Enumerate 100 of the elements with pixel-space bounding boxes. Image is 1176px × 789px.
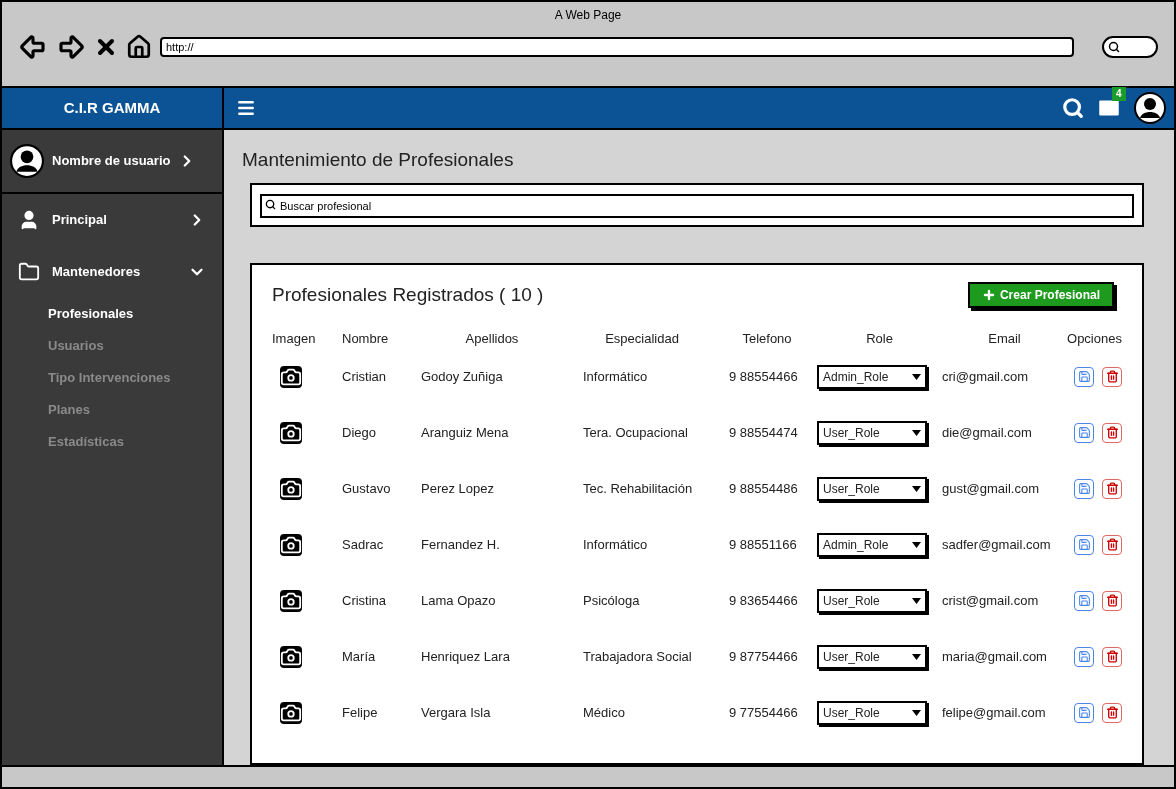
table-cell-text: Médico [582,703,626,722]
table-cell-text: 9 87754466 [728,647,799,666]
search-icon [265,198,276,210]
delete-button[interactable] [1102,366,1122,387]
column-header: Telefono [741,330,793,348]
trash-icon [1105,426,1119,439]
table-cell-text: Lama Opazo [420,591,497,610]
save-icon [1077,706,1091,719]
delete-button[interactable] [1102,646,1122,667]
save-button[interactable] [1074,702,1094,723]
table-cell-text: 9 88554466 [728,367,799,386]
user-menu-item[interactable]: Nombre de usuario [2,130,222,194]
table-cell-text: Aranguiz Mena [420,423,510,442]
caret-icon [912,709,921,716]
url-field[interactable]: http:// [160,37,1074,57]
trash-icon [1105,706,1119,719]
table-cell-text: Trabajadora Social [582,647,693,666]
table-cell-text: Tec. Rehabilitación [582,479,694,498]
column-header: Apellidos [464,330,520,348]
role-dropdown[interactable]: Admin_Role [817,364,927,389]
role-dropdown[interactable]: User_Role [817,588,927,613]
create-button[interactable]: Crear Profesional [967,281,1114,308]
save-button[interactable] [1074,590,1094,611]
avatar-icon[interactable] [10,144,44,178]
column-header: Role [865,330,894,348]
camera-icon [280,645,302,668]
table-cell-text: Cristina [342,591,388,610]
search-icon[interactable] [1062,97,1084,119]
table-cell-text: Sadrac [342,535,385,554]
forward-icon[interactable] [56,32,86,62]
camera-icon [280,533,302,556]
table-cell-text: sadfer@gmail.com [942,535,1052,554]
search-field[interactable]: Buscar profesional [260,193,1134,218]
table-cell-text: María [342,647,377,666]
brand-title: C.I.R GAMMA [2,88,224,128]
plus-icon [981,287,996,302]
save-button[interactable] [1074,366,1094,387]
save-button[interactable] [1074,534,1094,555]
table-cell-text: Diego [342,423,377,442]
table-cell-text: Tera. Ocupacional [582,423,689,442]
column-header: Imagen [272,330,317,348]
save-button[interactable] [1074,646,1094,667]
sidebar-item[interactable]: Mantenedores [2,246,222,298]
caret-icon [912,429,921,436]
caret-icon [912,653,921,660]
caret-icon [912,373,921,380]
delete-button[interactable] [1102,478,1122,499]
delete-button[interactable] [1102,702,1122,723]
table-cell-text: Psicóloga [582,591,641,610]
notification-badge: 4 [1112,87,1126,101]
save-button[interactable] [1074,478,1094,499]
table-cell-text: 9 88554474 [728,423,799,442]
table-cell-text: Informático [582,535,649,554]
table-cell-text: maria@gmail.com [942,647,1048,666]
table-cell-text: 9 88554486 [728,479,799,498]
table-cell-text: crist@gmail.com [942,591,1040,610]
trash-icon [1105,538,1119,551]
save-icon [1077,426,1091,439]
delete-button[interactable] [1102,590,1122,611]
role-dropdown[interactable]: Admin_Role [817,532,927,557]
save-button[interactable] [1074,422,1094,443]
save-icon [1077,538,1091,551]
sidebar-subitem[interactable]: Profesionales [2,298,222,330]
role-dropdown[interactable]: User_Role [817,420,927,445]
sidebar-item[interactable]: Principal [2,194,222,246]
menu-icon[interactable] [236,98,256,118]
table-cell-text: 9 77554466 [728,703,799,722]
camera-icon [280,477,302,500]
table-cell-text: Fernandez H. [420,535,501,554]
back-icon[interactable] [18,32,48,62]
trash-icon [1105,482,1119,495]
avatar-icon[interactable] [1134,92,1166,124]
table-cell-text: cri@gmail.com [942,367,1030,386]
column-header: Nombre [342,330,390,348]
column-header: Opciones [1067,330,1122,348]
window-title: A Web Page [553,7,623,24]
table-title: Profesionales Registrados ( 10 ) [272,282,544,307]
table-cell-text: 9 83654466 [728,591,799,610]
delete-button[interactable] [1102,422,1122,443]
delete-button[interactable] [1102,534,1122,555]
role-dropdown[interactable]: User_Role [817,644,927,669]
trash-icon [1105,650,1119,663]
camera-icon [280,701,302,724]
home-icon[interactable] [126,34,152,60]
table-cell-text: Informático [582,367,649,386]
save-icon [1077,650,1091,663]
page-title: Mantenimiento de Profesionales [242,148,515,172]
caret-icon [912,597,921,604]
role-dropdown[interactable]: User_Role [817,476,927,501]
table-cell-text: die@gmail.com [942,423,1033,442]
trash-icon [1105,594,1119,607]
table-cell-text: Cristian [342,367,388,386]
camera-icon [280,589,302,612]
search-field[interactable] [1102,36,1158,58]
camera-icon [280,421,302,444]
trash-icon [1105,370,1119,383]
save-icon [1077,594,1091,607]
table-cell-text: Gustavo [342,479,392,498]
caret-icon [912,485,921,492]
role-dropdown[interactable]: User_Role [817,700,927,725]
